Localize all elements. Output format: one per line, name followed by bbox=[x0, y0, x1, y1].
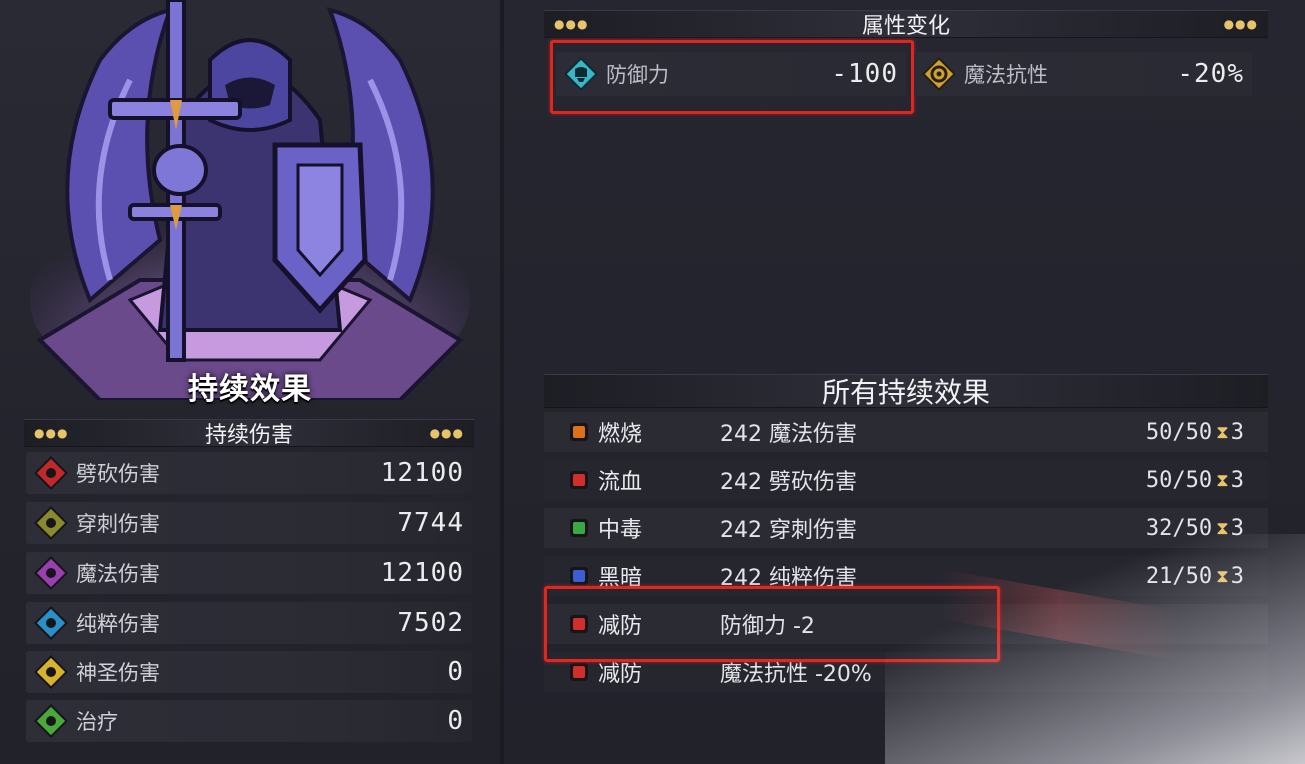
stack-count: 32/50 bbox=[1145, 515, 1213, 541]
stack-count: 50/50 bbox=[1145, 419, 1213, 445]
pure-damage-icon bbox=[34, 606, 68, 640]
hourglass-icon: ⧗ bbox=[1216, 565, 1229, 587]
stat-value: 0 bbox=[447, 657, 464, 687]
stat-row: 纯粹伤害 7502 bbox=[26, 602, 472, 644]
attr-row-magic-resist: 魔法抗性 -20% bbox=[914, 52, 1252, 96]
effect-name: 中毒 bbox=[598, 518, 643, 543]
stat-value: 0 bbox=[447, 706, 464, 736]
holy-damage-icon bbox=[34, 655, 68, 689]
stat-label: 劈砍伤害 bbox=[76, 462, 160, 486]
stat-row: 治疗 0 bbox=[26, 700, 472, 742]
ornament-dots: ●●● bbox=[554, 17, 589, 31]
stat-label: 神圣伤害 bbox=[76, 661, 160, 685]
effect-stack-count: 32/50 ⧗ 3 bbox=[1146, 516, 1244, 541]
stat-label: 魔法伤害 bbox=[76, 562, 160, 586]
dot-section-header: ●●● 持续伤害 ●●● bbox=[24, 419, 474, 448]
stat-row: 穿刺伤害 7744 bbox=[26, 502, 472, 544]
panel-title: 持续效果 bbox=[188, 372, 312, 407]
effect-stack-count: 21/50 ⧗ 3 bbox=[1146, 564, 1244, 589]
heal-icon bbox=[34, 704, 68, 738]
stat-value: 7502 bbox=[397, 608, 464, 638]
stat-value: 7744 bbox=[397, 508, 464, 538]
burn-icon bbox=[568, 421, 590, 443]
effect-stack-count: 50/50 ⧗ 3 bbox=[1146, 420, 1244, 445]
slash-damage-icon bbox=[34, 456, 68, 490]
attr-value: -20% bbox=[1177, 59, 1244, 89]
effect-row: 流血 242 劈砍伤害 50/50 ⧗ 3 bbox=[544, 460, 1268, 500]
hourglass-icon: ⧗ bbox=[1216, 469, 1229, 491]
armor-break-highlight-box bbox=[544, 586, 1000, 662]
attr-section-header: ●●● 属性变化 ●●● bbox=[544, 10, 1268, 39]
ornament-dots: ●●● bbox=[429, 426, 464, 440]
armor-break-icon bbox=[568, 661, 590, 683]
stat-row: 劈砍伤害 12100 bbox=[26, 452, 472, 494]
magic-damage-icon bbox=[34, 556, 68, 590]
effect-description: 242 劈砍伤害 bbox=[720, 470, 857, 495]
hourglass-icon: ⧗ bbox=[1216, 421, 1229, 443]
stat-row: 神圣伤害 0 bbox=[26, 651, 472, 693]
poison-icon bbox=[568, 517, 590, 539]
stat-label: 治疗 bbox=[76, 710, 118, 734]
hourglass-icon: ⧗ bbox=[1216, 517, 1229, 539]
stat-row: 魔法伤害 12100 bbox=[26, 552, 472, 594]
effect-description: 242 魔法伤害 bbox=[720, 422, 857, 447]
stat-value: 12100 bbox=[380, 558, 464, 588]
effect-name: 燃烧 bbox=[598, 422, 643, 447]
stack-count: 50/50 bbox=[1145, 467, 1213, 493]
effect-description: 242 穿刺伤害 bbox=[720, 518, 857, 543]
pierce-damage-icon bbox=[34, 506, 68, 540]
defense-highlight-box bbox=[550, 40, 914, 114]
ornament-dots: ●●● bbox=[1223, 17, 1258, 31]
attr-label: 魔法抗性 bbox=[964, 63, 1048, 87]
section-title: 持续伤害 bbox=[204, 423, 293, 448]
effect-name: 流血 bbox=[598, 470, 643, 495]
character-portrait bbox=[20, 0, 480, 400]
bleed-icon bbox=[568, 469, 590, 491]
turns-remaining: 3 bbox=[1230, 515, 1244, 541]
turns-remaining: 3 bbox=[1230, 467, 1244, 493]
ornament-dots: ●●● bbox=[34, 426, 69, 440]
dark-icon bbox=[568, 565, 590, 587]
stat-label: 穿刺伤害 bbox=[76, 512, 160, 536]
effect-row: 中毒 242 穿刺伤害 32/50 ⧗ 3 bbox=[544, 508, 1268, 548]
effects-section-header: 所有持续效果 bbox=[544, 374, 1268, 409]
attr-section-title: 属性变化 bbox=[861, 14, 950, 39]
effect-row: 燃烧 242 魔法伤害 50/50 ⧗ 3 bbox=[544, 412, 1268, 452]
effect-stack-count: 50/50 ⧗ 3 bbox=[1146, 468, 1244, 493]
turns-remaining: 3 bbox=[1230, 419, 1244, 445]
stat-value: 12100 bbox=[380, 458, 464, 488]
effects-section-title: 所有持续效果 bbox=[821, 376, 990, 409]
magic-resist-icon bbox=[922, 57, 956, 91]
turns-remaining: 3 bbox=[1230, 563, 1244, 589]
stat-label: 纯粹伤害 bbox=[76, 612, 160, 636]
stack-count: 21/50 bbox=[1145, 563, 1213, 589]
